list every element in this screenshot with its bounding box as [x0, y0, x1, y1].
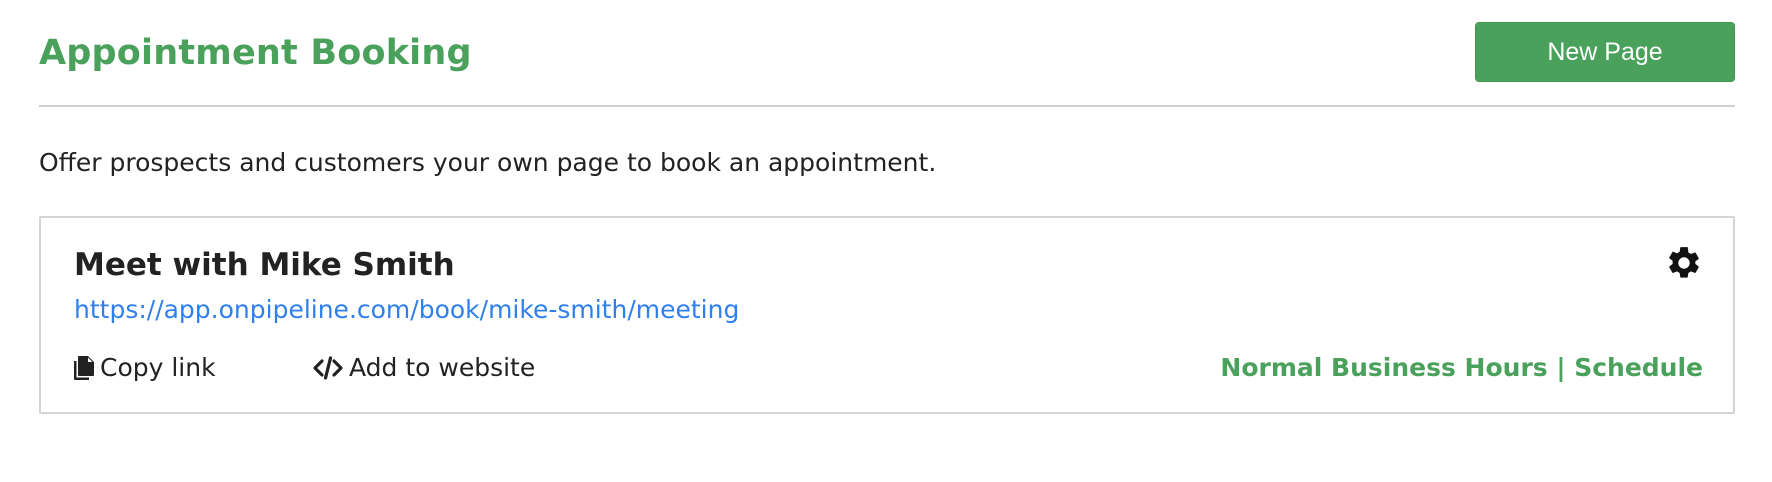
- add-to-website-button[interactable]: Add to website: [313, 353, 535, 382]
- gear-icon[interactable]: [1665, 244, 1703, 282]
- booking-page-title: Meet with Mike Smith: [74, 247, 455, 283]
- page-title: Appointment Booking: [39, 33, 472, 73]
- new-page-button[interactable]: New Page: [1475, 22, 1735, 82]
- booking-page-url-link[interactable]: https://app.onpipeline.com/book/mike-smi…: [74, 295, 739, 324]
- page-description: Offer prospects and customers your own p…: [39, 148, 937, 177]
- copy-icon: [74, 355, 94, 380]
- code-icon: [313, 355, 343, 380]
- add-to-website-label: Add to website: [349, 353, 536, 382]
- schedule-link[interactable]: Normal Business Hours | Schedule: [1220, 353, 1703, 382]
- copy-link-label: Copy link: [100, 353, 216, 382]
- page-header: Appointment Booking New Page: [39, 22, 1735, 107]
- booking-page-card: Meet with Mike Smith https://app.onpipel…: [39, 216, 1735, 414]
- appointment-booking-page: Appointment Booking New Page Offer prosp…: [0, 0, 1772, 482]
- copy-link-button[interactable]: Copy link: [74, 353, 216, 382]
